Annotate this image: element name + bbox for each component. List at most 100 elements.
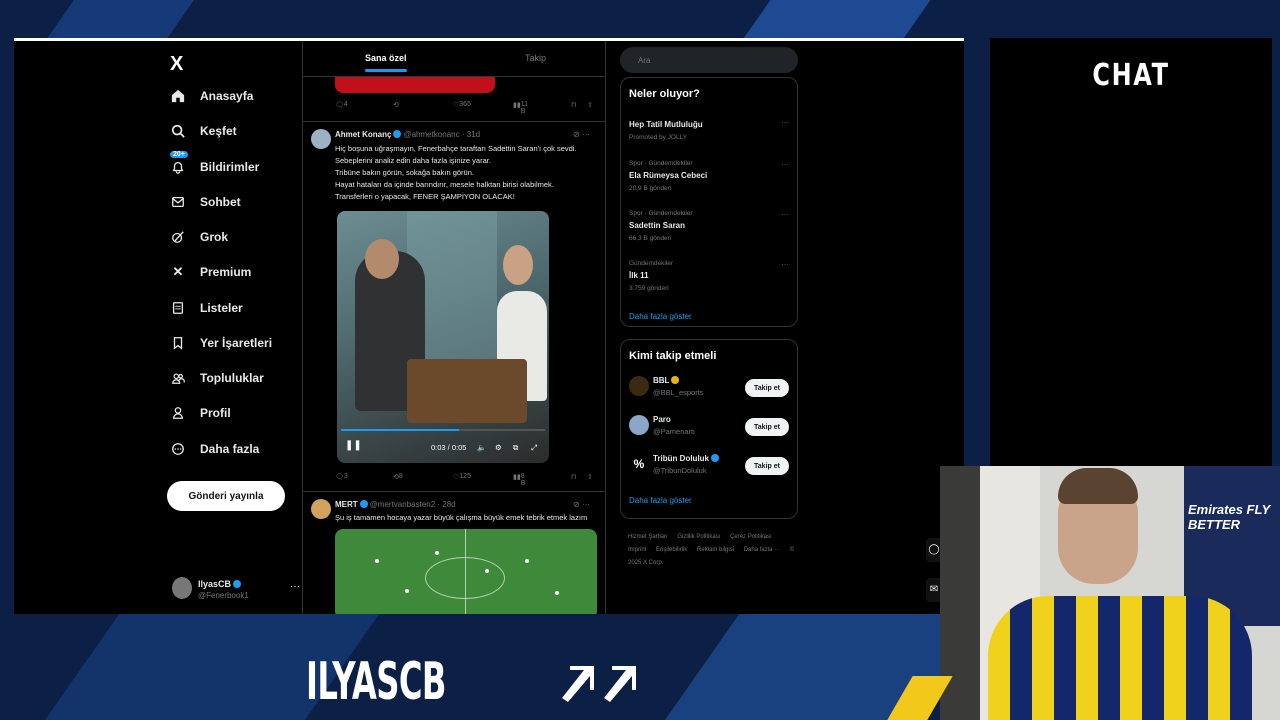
share-icon[interactable]: ⇧ [587, 101, 593, 109]
divider [303, 491, 605, 492]
author-name[interactable]: Ahmet Konanç [335, 130, 391, 139]
trend-more-icon[interactable]: ··· [781, 160, 789, 169]
percent-icon[interactable]: % [629, 454, 649, 474]
share-icon[interactable]: ⇧ [587, 473, 593, 481]
verified-icon [671, 376, 680, 384]
trend-name[interactable]: Ela Rümeysa Cebeci [629, 171, 707, 180]
follow-button[interactable]: Takip et [745, 379, 789, 397]
like-button[interactable]: ♡ 125 [453, 473, 471, 481]
follow-button[interactable]: Takip et [745, 457, 789, 475]
fullscreen-icon[interactable]: ⤢ [531, 443, 537, 453]
volume-icon[interactable]: 🔈 [477, 443, 486, 452]
tweet-menu-icon[interactable]: ⊘ ··· [573, 500, 590, 509]
show-more-link[interactable]: Daha fazla göster [629, 496, 692, 505]
sidebar-item-label: Grok [200, 230, 229, 244]
pip-icon[interactable]: ⧉ [513, 443, 518, 453]
repost-button[interactable]: ⟲ [393, 101, 399, 109]
player-dot [375, 559, 379, 563]
footer-link[interactable]: Imprint [628, 547, 646, 553]
footer-link[interactable]: Reklam bilgisi [697, 547, 734, 553]
follow-name[interactable]: Paro [653, 415, 671, 424]
footer-link[interactable]: Gizlilik Politikası [677, 534, 720, 540]
trend-name[interactable]: Sadettin Saran [629, 221, 685, 230]
tweet-menu-icon[interactable]: ⊘ ··· [573, 130, 590, 139]
trend-more-icon[interactable]: ··· [781, 260, 789, 269]
sidebar-item-home[interactable]: Anasayfa [170, 85, 253, 107]
footer-link[interactable]: Çerez Politikası [730, 534, 772, 540]
x-logo[interactable]: X [170, 53, 183, 76]
brand-logo-icon [560, 662, 644, 707]
tweet-media[interactable] [335, 77, 495, 93]
tab-for-you[interactable]: Sana özel [365, 53, 407, 72]
trend-name[interactable]: İlk 11 [629, 271, 649, 280]
streamer-hair [1058, 468, 1138, 504]
sidebar-item-label: Topluluklar [200, 371, 264, 385]
author-name[interactable]: MERT [335, 500, 358, 509]
tweet-text: Hayat hataları da içinde barındırır, mes… [335, 180, 554, 189]
grok-icon [170, 229, 186, 245]
follow-handle: @BBL_esports [653, 388, 704, 397]
settings-icon[interactable]: ⚙ [495, 443, 502, 452]
more-icon[interactable]: ··· [290, 581, 300, 592]
sidebar-item-notifications[interactable]: 20+ Bildirimler [170, 151, 259, 178]
account-switcher[interactable]: IlyasCB @Fenerbook1 ··· [172, 577, 300, 605]
follow-title: Kimi takip etmeli [629, 350, 717, 362]
sidebar-item-label: Anasayfa [200, 89, 254, 103]
tweet-video[interactable]: ❚❚ 0:03 / 0:05 🔈 ⚙ ⧉ ⤢ [337, 211, 549, 463]
player-dot [485, 569, 489, 573]
follow-handle: @Pamenarti [653, 427, 695, 436]
video-progress-bar[interactable] [341, 429, 545, 431]
post-button[interactable]: Gönderi yayınla [167, 481, 285, 511]
trend-meta: Gündemdekiler [629, 260, 674, 267]
like-button[interactable]: ♡ 365 [453, 101, 471, 109]
follow-name[interactable]: Tribün Doluluk [653, 454, 721, 463]
show-more-link[interactable]: Daha fazla göster [629, 312, 692, 321]
footer-link[interactable]: Erişilebilirlik [656, 547, 687, 553]
trend-more-icon[interactable]: ··· [781, 210, 789, 219]
reply-button[interactable]: 🗨 4 [335, 101, 348, 109]
repost-button[interactable]: ⟲ 8 [393, 473, 403, 481]
tweet-text: Şu iş tamamen hocaya yazar büyük çalışma… [335, 513, 588, 522]
video-controls: ❚❚ 0:03 / 0:05 🔈 ⚙ ⧉ ⤢ [337, 437, 549, 461]
sidebar-item-messages[interactable]: Sohbet [170, 191, 241, 213]
player-dot [525, 559, 529, 563]
avatar[interactable] [629, 415, 649, 435]
tweet-video[interactable] [335, 529, 597, 614]
views-button[interactable]: ▮▮ 8 B [513, 473, 525, 487]
trend-sub: 3.759 gönderi [629, 285, 669, 292]
trend-name[interactable]: Hep Tatil Mutluluğu [629, 120, 703, 129]
sidebar-item-label: Listeler [200, 301, 243, 315]
sidebar-item-explore[interactable]: Keşfet [170, 120, 237, 142]
search-input[interactable] [620, 47, 798, 73]
trends-title: Neler oluyor? [629, 88, 700, 100]
trend-more-icon[interactable]: ··· [781, 118, 789, 127]
bookmark-icon[interactable]: ⊓ [571, 473, 576, 481]
follow-button[interactable]: Takip et [745, 418, 789, 436]
tweet-actions: 🗨 4 ⟲ ♡ 365 ▮▮ 11 B ⊓ ⇧ [335, 101, 597, 115]
tab-following[interactable]: Takip [525, 53, 546, 63]
trend-meta: Spor · Gündemdekiler [629, 210, 693, 217]
trend-sub: Promoted by JOLLY [629, 134, 688, 141]
avatar[interactable] [311, 129, 331, 149]
sidebar-item-bookmarks[interactable]: Yer İşaretleri [170, 332, 272, 354]
bookmark-icon[interactable]: ⊓ [571, 101, 576, 109]
pause-icon[interactable]: ❚❚ [345, 440, 362, 451]
sidebar-item-profile[interactable]: Profil [170, 402, 231, 424]
sidebar-item-communities[interactable]: Topluluklar [170, 367, 264, 389]
follow-name[interactable]: BBL [653, 376, 681, 385]
sidebar-item-premium[interactable]: ✕ Premium [170, 261, 252, 283]
views-button[interactable]: ▮▮ 11 B [513, 101, 528, 115]
sidebar-item-more[interactable]: Daha fazla [170, 438, 259, 460]
sidebar-item-label: Sohbet [200, 195, 241, 209]
reply-button[interactable]: 🗨 3 [335, 473, 348, 481]
footer-link[interactable]: Daha fazla ··· [744, 547, 780, 553]
footer-link[interactable]: Hizmet Şartları [628, 534, 668, 540]
browser-capture: X Anasayfa Keşfet 20+ Bildirimler Sohbet… [14, 38, 964, 614]
tweet-actions: 🗨 3 ⟲ 8 ♡ 125 ▮▮ 8 B ⊓ ⇧ [335, 473, 597, 487]
sidebar-item-grok[interactable]: Grok [170, 226, 228, 248]
sidebar-item-lists[interactable]: Listeler [170, 297, 243, 319]
avatar[interactable] [629, 376, 649, 396]
sidebar-item-label: Yer İşaretleri [200, 336, 273, 350]
streamer-brand: ILYASCB [306, 652, 446, 712]
avatar[interactable] [311, 499, 331, 519]
